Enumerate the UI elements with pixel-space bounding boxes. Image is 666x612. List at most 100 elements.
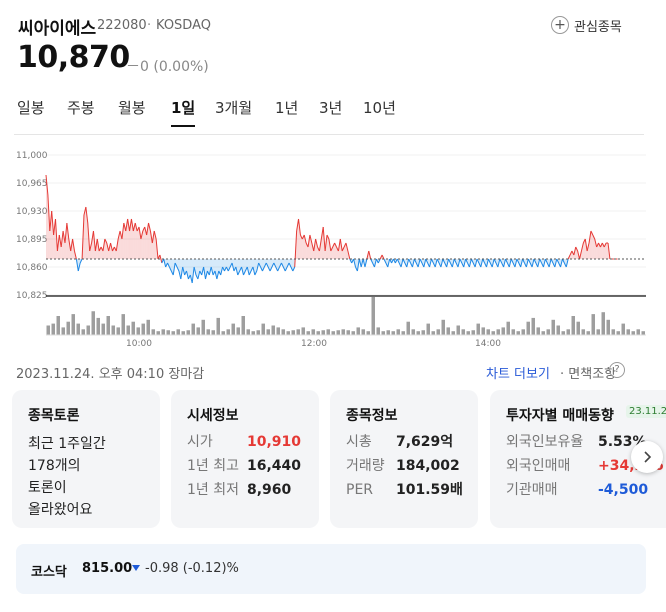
stock-info-row-cap: 시총 7,629억 <box>346 430 463 454</box>
quote-low-value: 8,960 <box>247 482 292 498</box>
tab-divider <box>14 134 644 135</box>
volume-bar <box>526 321 530 335</box>
chevron-right-icon <box>644 451 652 463</box>
volume-bar <box>371 297 375 335</box>
volume-bar <box>471 330 475 335</box>
volume-bar <box>71 314 75 335</box>
price-area-segment <box>606 243 609 259</box>
quote-card[interactable]: 시세정보 시가 10,910 1년 최고 16,440 1년 최저 8,960 <box>171 390 319 528</box>
quote-low-label: 1년 최저 <box>187 482 239 498</box>
x-tick-label: 10:00 <box>126 339 152 349</box>
volume-bar <box>591 314 595 335</box>
quote-row-low: 1년 최저 8,960 <box>187 478 301 502</box>
volume-bar <box>571 316 575 335</box>
add-favorite-button[interactable]: + 관심종목 <box>551 12 622 38</box>
index-change: -0.98 (-0.12)% <box>145 561 239 576</box>
y-tick-label: 10,965 <box>16 179 48 189</box>
volume-bar <box>131 321 135 335</box>
volume-bar <box>211 330 215 335</box>
index-bar[interactable]: 코스닥 815.00 -0.98 (-0.12)% <box>16 544 646 594</box>
chart-more-link[interactable]: 차트 더보기 <box>486 363 550 382</box>
volume-bar <box>476 323 480 335</box>
volume-bar <box>111 325 115 335</box>
quote-high-value: 16,440 <box>247 458 302 474</box>
volume-bar <box>466 331 470 335</box>
volume-bar <box>461 329 465 335</box>
volume-bar <box>306 331 310 335</box>
volume-bar <box>551 319 555 335</box>
volume-bar <box>386 330 390 335</box>
volume-bar <box>46 325 50 335</box>
volume-bar <box>596 329 600 335</box>
tab-3year[interactable]: 3년 <box>319 97 342 118</box>
y-tick-label: 10,895 <box>16 235 48 245</box>
volume-bar <box>136 327 140 335</box>
discussion-card[interactable]: 종목토론 최근 1주일간 178개의 토론이 올라왔어요 <box>12 390 160 528</box>
volume-bar <box>501 327 505 335</box>
volume-bar <box>616 331 620 335</box>
x-tick-label: 12:00 <box>301 339 327 349</box>
volume-bar <box>586 331 590 335</box>
volume-bar <box>566 329 570 335</box>
quote-row-open: 시가 10,910 <box>187 430 301 454</box>
volume-bar <box>191 323 195 335</box>
volume-bar <box>186 330 190 335</box>
volume-bar <box>126 325 130 335</box>
help-icon[interactable]: ? <box>609 362 625 378</box>
volume-bar <box>421 330 425 335</box>
volume-bar <box>196 327 200 335</box>
index-value: 815.00 <box>82 561 133 576</box>
stock-info-card[interactable]: 종목정보 시총 7,629억 거래량 184,002 PER 101.59배 <box>330 390 478 528</box>
volume-bar <box>356 327 360 335</box>
tab-daily[interactable]: 일봉 <box>17 97 45 118</box>
plus-icon: + <box>551 16 569 34</box>
volume-bar <box>171 331 175 335</box>
volume-bar <box>541 331 545 335</box>
disclaimer-separator: · <box>560 367 565 382</box>
volume-value: 184,002 <box>396 458 460 474</box>
per-label: PER <box>346 482 374 498</box>
volume-bar <box>521 329 525 335</box>
volume-bar <box>66 321 70 335</box>
tab-10year[interactable]: 10년 <box>363 97 396 118</box>
volume-bar <box>621 323 625 335</box>
volume-bar <box>266 329 270 335</box>
volume-bar <box>311 329 315 335</box>
tab-1year[interactable]: 1년 <box>275 97 298 118</box>
volume-bar <box>326 329 330 335</box>
foreign-trade-label: 외국인매매 <box>506 458 571 474</box>
volume-bar <box>536 327 540 335</box>
volume-bar <box>221 331 225 335</box>
volume-bar <box>346 330 350 335</box>
volume-bar <box>101 323 105 335</box>
disclaimer-link[interactable]: · 면책조항 <box>560 363 616 382</box>
volume-bar <box>241 316 245 335</box>
volume-bar <box>411 329 415 335</box>
quote-rows: 시가 10,910 1년 최고 16,440 1년 최저 8,960 <box>187 430 301 502</box>
volume-bar <box>351 331 355 335</box>
discussion-line: 최근 1주일간 <box>28 436 106 452</box>
y-tick-label: 11,000 <box>16 151 48 161</box>
volume-bar <box>401 331 405 335</box>
volume-bar <box>516 331 520 335</box>
stock-code: 222080 <box>97 18 147 33</box>
volume-bar <box>361 329 365 335</box>
tab-monthly[interactable]: 월봉 <box>118 97 146 118</box>
volume-bar <box>636 329 640 335</box>
next-card-button[interactable] <box>631 441 663 473</box>
per-value: 101.59배 <box>396 482 463 498</box>
volume-bar <box>86 325 90 335</box>
volume-bar <box>271 325 275 335</box>
period-tabs: 일봉 주봉 월봉 1일 3개월 1년 3년 10년 <box>0 97 666 135</box>
discussion-title: 종목토론 <box>28 408 80 424</box>
tab-1day[interactable]: 1일 <box>171 97 196 127</box>
volume-bar <box>456 325 460 335</box>
volume-bar <box>406 321 410 335</box>
volume-bar <box>251 331 255 335</box>
volume-bar <box>161 329 165 335</box>
tab-3month[interactable]: 3개월 <box>215 97 252 118</box>
volume-label: 거래량 <box>346 458 385 474</box>
index-name: 코스닥 <box>31 565 67 580</box>
tab-weekly[interactable]: 주봉 <box>67 97 95 118</box>
intraday-chart[interactable]: 11,000 10,965 10,930 10,895 10,860 10,825 10:… <box>14 145 646 351</box>
